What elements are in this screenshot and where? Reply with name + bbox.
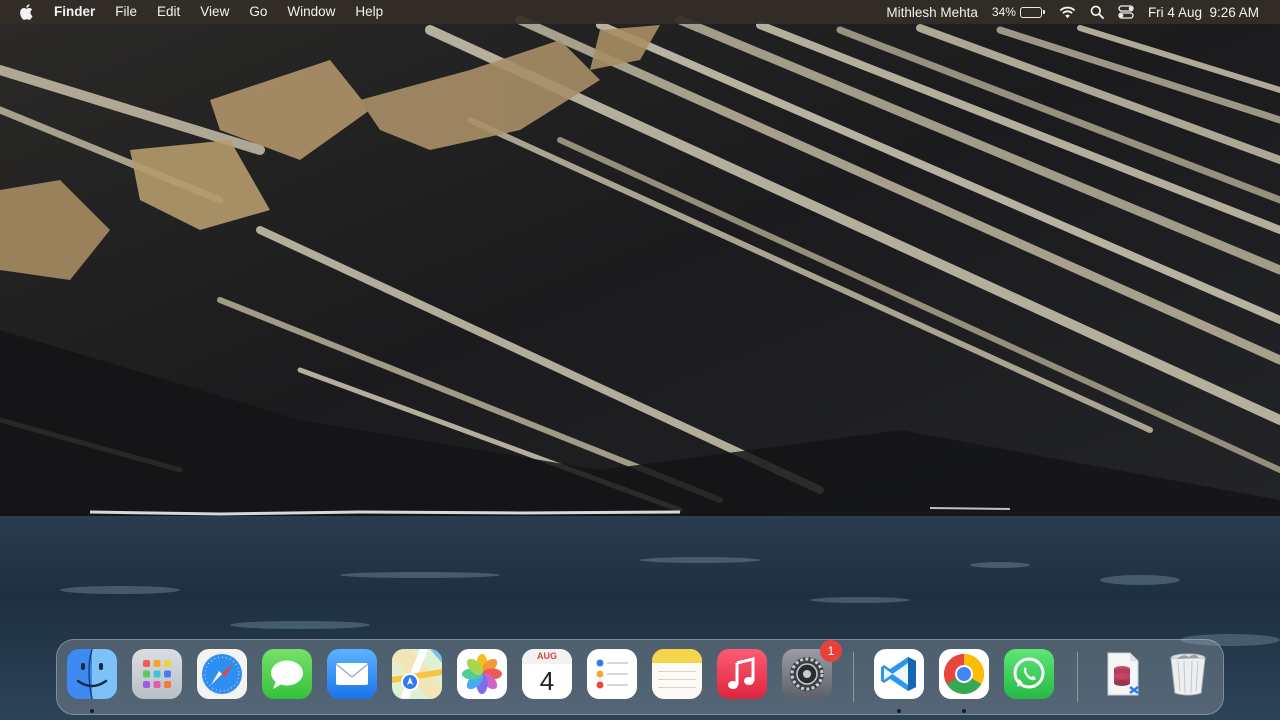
menu-go[interactable]: Go [239, 0, 277, 24]
finder-running-indicator [90, 709, 94, 713]
desktop-wallpaper [0, 0, 1280, 720]
wifi-icon[interactable] [1052, 0, 1083, 24]
music-icon [717, 649, 767, 699]
calendar-day: 4 [539, 666, 555, 696]
reminders-icon [587, 649, 637, 699]
apple-logo-icon[interactable] [14, 0, 38, 24]
dock-item-whatsapp[interactable] [1003, 648, 1055, 700]
menu-bar-status: Mithlesh Mehta 34% Fri 4 Aug 9:26 AM [879, 0, 1280, 24]
chrome-running-indicator [962, 709, 966, 713]
mail-icon [327, 649, 377, 699]
dock-item-safari[interactable] [196, 648, 248, 700]
dock-item-system-settings[interactable]: 1 [781, 640, 842, 700]
vscode-icon [874, 649, 924, 699]
chrome-icon [939, 649, 989, 699]
settings-notification-badge: 1 [820, 640, 842, 662]
battery-icon [1019, 6, 1045, 18]
vscode-running-indicator [897, 709, 901, 713]
messages-icon [262, 649, 312, 699]
database-document-icon [1098, 649, 1148, 699]
dock-item-finder[interactable] [66, 648, 118, 700]
menu-file[interactable]: File [105, 0, 147, 24]
menu-help[interactable]: Help [345, 0, 393, 24]
dock-item-notes[interactable] [651, 648, 703, 700]
control-center-icon[interactable] [1111, 0, 1141, 24]
dock-item-music[interactable] [716, 648, 768, 700]
notes-icon [652, 649, 702, 699]
dock: AUG 4 1 [56, 639, 1224, 715]
dock-separator [853, 652, 854, 702]
maps-icon [392, 649, 442, 699]
battery-status[interactable]: 34% [985, 0, 1052, 24]
dock-item-reminders[interactable] [586, 648, 638, 700]
search-icon[interactable] [1083, 0, 1111, 24]
battery-percent: 34% [991, 5, 1016, 19]
dock-item-photos[interactable] [456, 648, 508, 700]
dock-item-maps[interactable] [391, 648, 443, 700]
dock-item-calendar[interactable]: AUG 4 [521, 648, 573, 700]
whatsapp-icon [1004, 649, 1054, 699]
calendar-icon: AUG 4 [522, 649, 572, 699]
user-name[interactable]: Mithlesh Mehta [879, 0, 985, 24]
finder-icon [67, 649, 117, 699]
dock-item-launchpad[interactable] [131, 648, 183, 700]
dock-item-vscode[interactable] [873, 648, 925, 700]
safari-icon [197, 649, 247, 699]
menu-bar-left: Finder File Edit View Go Window Help [0, 0, 393, 24]
dock-item-messages[interactable] [261, 648, 313, 700]
trash-icon [1163, 649, 1213, 699]
menu-bar: Finder File Edit View Go Window Help Mit… [0, 0, 1280, 24]
dock-item-trash[interactable] [1162, 648, 1214, 700]
menu-window[interactable]: Window [277, 0, 345, 24]
dock-item-mail[interactable] [326, 648, 378, 700]
menu-edit[interactable]: Edit [147, 0, 190, 24]
launchpad-icon [132, 649, 182, 699]
calendar-month: AUG [522, 649, 572, 664]
clock[interactable]: Fri 4 Aug 9:26 AM [1141, 0, 1266, 24]
dock-item-chrome[interactable] [938, 648, 990, 700]
menu-app-finder[interactable]: Finder [54, 0, 105, 24]
menu-view[interactable]: View [190, 0, 239, 24]
dock-item-database-document[interactable] [1097, 648, 1149, 700]
wallpaper-image [0, 0, 1280, 720]
photos-icon [457, 649, 507, 699]
dock-separator-2 [1077, 652, 1078, 702]
